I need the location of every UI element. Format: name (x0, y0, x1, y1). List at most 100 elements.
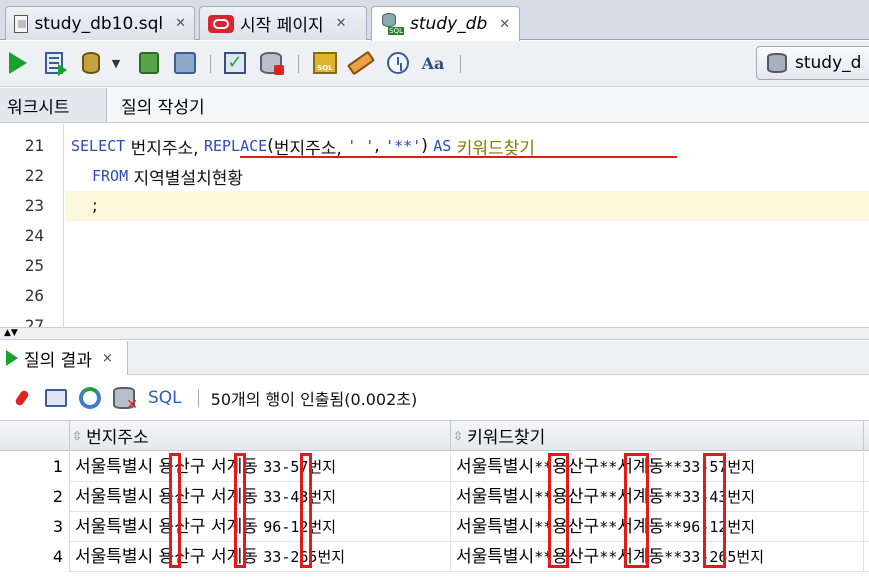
database-stop-icon (260, 52, 284, 75)
column-header-label: 번지주소 (86, 428, 149, 448)
checklist-icon: ✓ (224, 52, 246, 74)
run-script-button[interactable] (41, 50, 67, 76)
column-header-keyword[interactable]: ⇳ 키워드찾기 (451, 421, 864, 451)
cell-address[interactable]: 서울특별시 용산구 서계동 33-57번지 (70, 452, 451, 482)
results-tab-bar: 질의 결과 × (0, 341, 869, 375)
rollback-button[interactable] (136, 50, 162, 76)
print-button[interactable] (42, 384, 70, 412)
result-tab-label: 질의 결과 (24, 350, 92, 371)
string-literal-stars: '**' (385, 137, 422, 155)
connection-selector[interactable]: study_d (756, 46, 869, 80)
string-literal-space: ' ' (347, 137, 375, 155)
printer-icon (45, 389, 67, 407)
cell-address[interactable]: 서울특별시 용산구 서계동 33-43번지 (70, 482, 451, 512)
close-icon[interactable]: ✕ (175, 16, 186, 31)
chevron-down-icon: ▼ (111, 56, 121, 70)
text-case-icon: Aa (421, 53, 445, 73)
tab-query-result[interactable]: 질의 결과 × (0, 341, 128, 375)
sql-tuning-icon: SQL (313, 52, 337, 74)
clear-editor-button[interactable] (346, 50, 376, 76)
space-highlight-box (234, 453, 246, 568)
cell-keyword[interactable]: 서울특별시**용산구**서계동**96-12번지 (451, 512, 864, 542)
argument-column: 번지주소, (273, 138, 342, 159)
line-number: 26 (24, 286, 44, 305)
cancel-query-button[interactable] (110, 384, 138, 413)
column-header-address[interactable]: ⇳ 번지주소 (70, 421, 451, 451)
to-upper-lower-button[interactable]: Aa (420, 50, 446, 76)
tab-worksheet[interactable]: 워크시트 (0, 88, 107, 122)
worksheet-subtabs: 워크시트 질의 작성기 (0, 88, 869, 123)
fetch-status: 50개의 행이 인출됨(0.002초) (210, 390, 418, 409)
space-highlight-box (169, 453, 181, 568)
toolbar-divider (197, 389, 199, 407)
autotrace-button[interactable]: ✓ (222, 50, 248, 76)
cell-keyword[interactable]: 서울특별시**용산구**서계동**33-43번지 (451, 482, 864, 512)
from-keyword: FROM (92, 167, 129, 185)
as-keyword: AS (433, 137, 452, 155)
separator-highlight-box (624, 453, 649, 568)
line-number: 22 (24, 166, 44, 185)
eraser-icon (346, 50, 376, 76)
editor-tab-bar: study_db10.sql ✕ 시작 페이지 ✕ SQL study_db ✕ (0, 0, 869, 41)
worksheet-toolbar: ▼ ✓ SQL Aa study_d (0, 41, 869, 87)
tab-label: 시작 페이지 (240, 16, 324, 36)
close-icon[interactable]: ✕ (336, 16, 347, 31)
highlight-underline (240, 156, 677, 158)
sort-icon[interactable]: ⇳ (453, 429, 463, 443)
paren-close: ) (421, 136, 428, 156)
close-icon[interactable]: ✕ (499, 17, 510, 32)
pin-button[interactable] (8, 384, 36, 412)
line-number-gutter: 21 22 23 24 25 26 27 (0, 124, 64, 327)
sql-tuning-button[interactable]: SQL (312, 50, 338, 76)
table-row[interactable]: 2 서울특별시 용산구 서계동 33-43번지 서울특별시**용산구**서계동*… (0, 482, 869, 512)
clear-button[interactable] (258, 50, 284, 76)
header-filler (864, 421, 869, 451)
toolbar-divider (460, 55, 461, 73)
table-row[interactable]: 4 서울특별시 용산구 서계동 33-265번지 서울특별시**용산구**서계동… (0, 542, 869, 572)
cell-address[interactable]: 서울특별시 용산구 서계동 33-265번지 (70, 542, 451, 572)
cell-address[interactable]: 서울특별시 용산구 서계동 96-12번지 (70, 512, 451, 542)
sql-history-button[interactable] (385, 50, 411, 76)
line-number: 24 (24, 226, 44, 245)
sort-icon[interactable]: ⇳ (72, 429, 82, 443)
code-line-22: FROM 지역별설치현황 (92, 161, 243, 191)
panel-splitter[interactable]: ▲▼ (0, 327, 869, 340)
space-highlight-box (300, 453, 312, 568)
close-icon[interactable]: × (102, 351, 113, 366)
database-icon (82, 52, 100, 74)
replace-function: REPLACE (203, 137, 268, 155)
play-icon (9, 52, 27, 74)
table-row[interactable]: 1 서울특별시 용산구 서계동 33-57번지 서울특별시**용산구**서계동*… (0, 452, 869, 482)
semicolon: ; (92, 196, 98, 216)
cell-keyword[interactable]: 서울특별시**용산구**서계동**33-57번지 (451, 452, 864, 482)
tab-query-builder[interactable]: 질의 작성기 (121, 88, 205, 122)
cell-keyword[interactable]: 서울특별시**용산구**서계동**33-265번지 (451, 542, 864, 572)
current-line-highlight (65, 191, 869, 221)
row-number: 4 (0, 542, 70, 572)
result-play-icon (6, 350, 18, 366)
tab-study-db10-sql[interactable]: study_db10.sql ✕ (5, 6, 195, 40)
explain-plan-button[interactable] (172, 50, 198, 76)
pin-icon (14, 389, 30, 407)
sql-editor[interactable]: 21 22 23 24 25 26 27 SELECT 번지주소, REPLAC… (0, 124, 869, 327)
run-statement-button[interactable] (5, 50, 31, 76)
oracle-logo-icon (208, 14, 234, 33)
tab-study-db[interactable]: SQL study_db ✕ (371, 6, 520, 41)
tab-start-page[interactable]: 시작 페이지 ✕ (199, 6, 367, 40)
line-number: 27 (24, 316, 44, 327)
rollback-icon (139, 52, 159, 74)
refresh-button[interactable] (76, 384, 104, 412)
table-name: 지역별설치현황 (133, 168, 244, 189)
table-row[interactable]: 3 서울특별시 용산구 서계동 96-12번지 서울특별시**용산구**서계동*… (0, 512, 869, 542)
column-header-label: 키워드찾기 (467, 428, 546, 448)
connection-label: study_d (795, 53, 862, 73)
row-number: 3 (0, 512, 70, 542)
sql-button[interactable]: SQL (148, 388, 182, 408)
commit-dropdown[interactable]: ▼ (108, 50, 124, 76)
line-number: 21 (24, 136, 44, 155)
collapse-arrows-icon[interactable]: ▲▼ (4, 328, 18, 339)
refresh-icon (79, 387, 101, 409)
separator-highlight-box (703, 453, 726, 568)
separator-highlight-box (548, 453, 569, 568)
commit-button[interactable] (78, 50, 104, 76)
